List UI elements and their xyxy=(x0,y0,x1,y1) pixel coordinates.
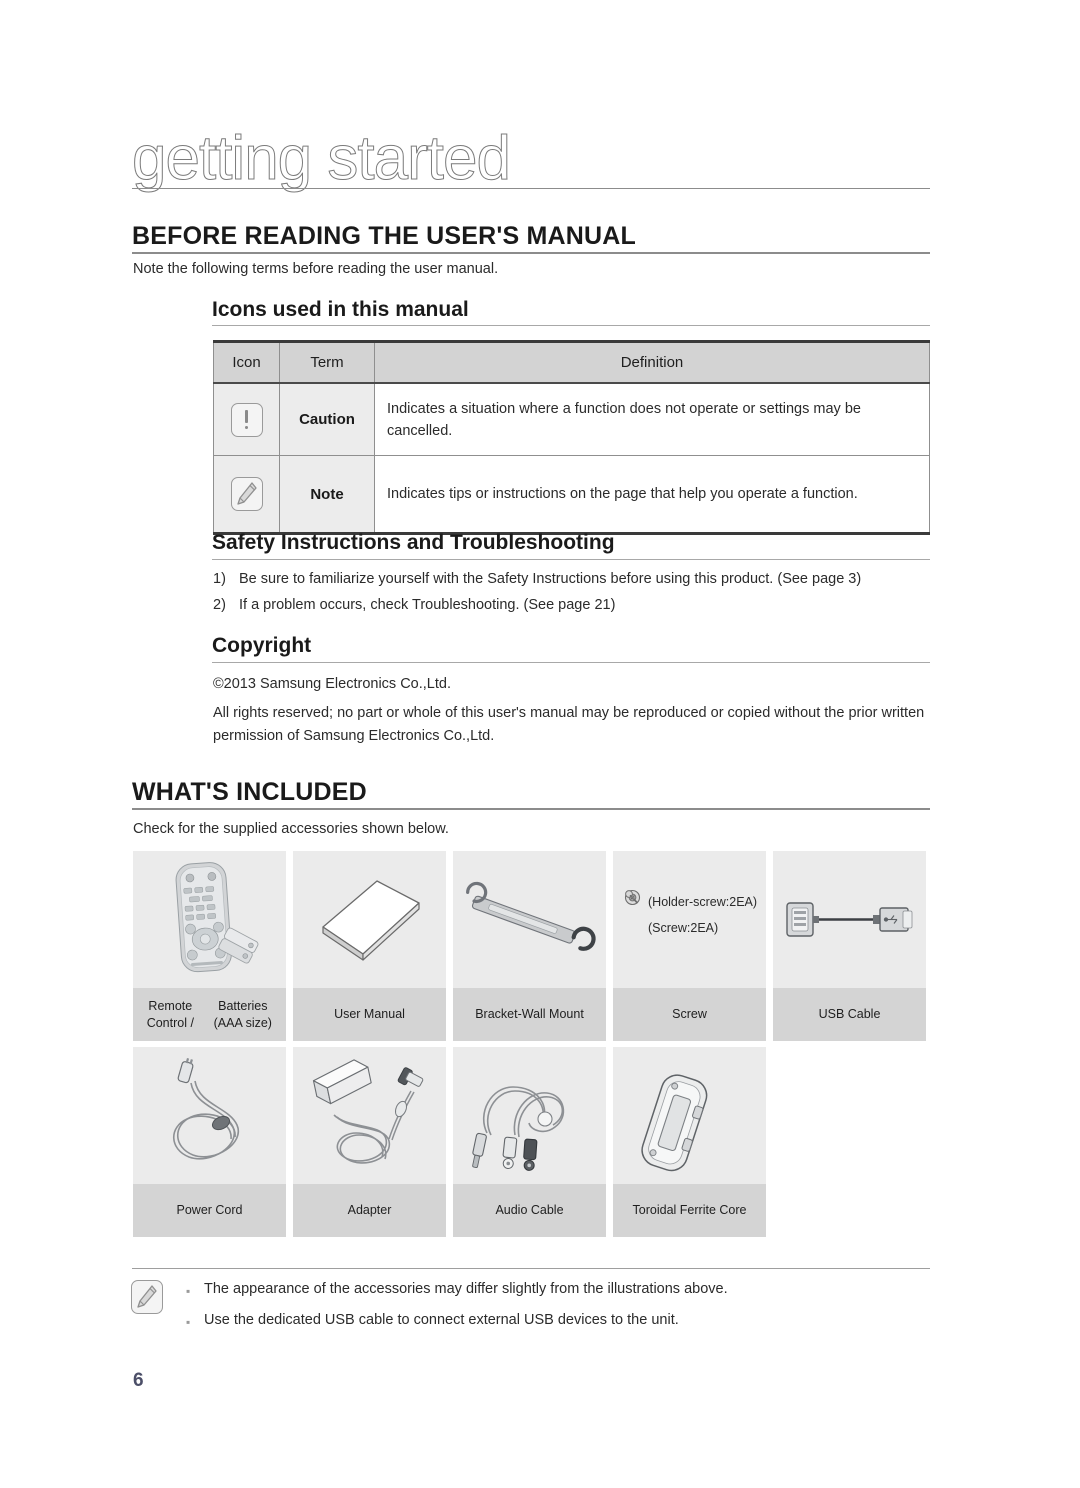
caution-term: Caution xyxy=(279,382,375,456)
toroidal-ferrite-core-illustration xyxy=(613,1047,766,1184)
icons-table: Icon Term Definition Caution Indicates a… xyxy=(213,340,930,535)
accessories-row-1: Remote Control / Batteries (AAA size) Us… xyxy=(133,851,926,1041)
accessory-label: Adapter xyxy=(293,1184,446,1237)
safety-item-2: 2) If a problem occurs, check Troubleshoo… xyxy=(213,597,615,613)
copyright-body: All rights reserved; no part or whole of… xyxy=(213,705,925,744)
list-item: ▪ The appearance of the accessories may … xyxy=(186,1281,728,1312)
subheading-safety-rule xyxy=(212,559,930,560)
remote-control-illustration xyxy=(133,851,286,988)
column-header-definition: Definition xyxy=(374,341,930,384)
safety-item-2-text: If a problem occurs, check Troubleshooti… xyxy=(239,597,616,613)
footer-note-text: Use the dedicated USB cable to connect e… xyxy=(204,1312,679,1328)
usb-cable-illustration xyxy=(773,851,926,988)
table-row: Note Indicates tips or instructions on t… xyxy=(213,455,930,534)
accessory-label: Screw xyxy=(613,988,766,1041)
accessory-label-line1: Remote Control / xyxy=(146,998,194,1030)
page-number: 6 xyxy=(133,1370,144,1391)
note-icon xyxy=(230,477,263,511)
before-reading-intro: Note the following terms before reading … xyxy=(133,261,499,277)
screw-annotation-row: (Holder-screw:2EA) xyxy=(624,889,757,915)
user-manual-illustration xyxy=(293,851,446,988)
screw-annotation-list: (Holder-screw:2EA) (Screw:2EA) xyxy=(624,889,757,941)
accessory-adapter: Adapter xyxy=(293,1047,446,1237)
subheading-icons-rule xyxy=(212,325,930,326)
safety-item-2-number: 2) xyxy=(213,597,226,613)
subheading-icons-used: Icons used in this manual xyxy=(212,298,469,321)
section-heading-rule xyxy=(132,252,930,254)
bullet-icon: ▪ xyxy=(186,1284,191,1298)
note-icon-cell xyxy=(213,455,280,534)
screw-illustration: (Holder-screw:2EA) (Screw:2EA) xyxy=(613,851,766,988)
accessory-label: Bracket-Wall Mount xyxy=(453,988,606,1041)
icons-table-header-row: Icon Term Definition xyxy=(213,341,930,384)
note-term: Note xyxy=(279,455,375,534)
accessory-label: USB Cable xyxy=(773,988,926,1041)
note-pencil-icon xyxy=(137,1285,157,1308)
footer-note-rule xyxy=(132,1268,930,1269)
section-heading-whats-included: WHAT'S INCLUDED xyxy=(132,778,367,806)
safety-item-1-number: 1) xyxy=(213,571,226,587)
caution-definition: Indicates a situation where a function d… xyxy=(374,382,930,456)
accessory-audio-cable: Audio Cable xyxy=(453,1047,606,1237)
safety-item-1: 1) Be sure to familiarize yourself with t… xyxy=(213,571,861,587)
accessory-toroidal-ferrite-core: Toroidal Ferrite Core xyxy=(613,1047,766,1237)
section-heading-before-reading: BEFORE READING THE USER'S MANUAL xyxy=(132,222,637,250)
accessory-power-cord: Power Cord xyxy=(133,1047,286,1237)
accessory-label: Power Cord xyxy=(133,1184,286,1237)
bracket-wall-mount-illustration xyxy=(453,851,606,988)
accessory-label-line2: Batteries (AAA size) xyxy=(213,998,272,1030)
manual-page: getting started BEFORE READING THE USER'… xyxy=(0,0,1080,1488)
list-item: ▪ Use the dedicated USB cable to connect… xyxy=(186,1312,728,1343)
accessory-label: Audio Cable xyxy=(453,1184,606,1237)
subheading-safety: Safety Instructions and Troubleshooting xyxy=(212,531,615,554)
audio-cable-illustration xyxy=(453,1047,606,1184)
accessories-grid: Remote Control / Batteries (AAA size) Us… xyxy=(133,851,926,1237)
power-cord-illustration xyxy=(133,1047,286,1184)
accessory-usb-cable: USB Cable xyxy=(773,851,926,1041)
safety-item-1-text: Be sure to familiarize yourself with the… xyxy=(239,571,862,587)
note-definition: Indicates tips or instructions on the pa… xyxy=(374,455,930,534)
accessory-bracket-wall-mount: Bracket-Wall Mount xyxy=(453,851,606,1041)
accessory-label: Remote Control / Batteries (AAA size) xyxy=(133,988,286,1041)
note-icon-glyph xyxy=(131,1280,163,1314)
chapter-title-rule xyxy=(132,188,930,189)
holder-screw-text: (Holder-screw:2EA) xyxy=(648,895,758,909)
accessory-screw: (Holder-screw:2EA) (Screw:2EA) Screw xyxy=(613,851,766,1041)
copyright-line: ©2013 Samsung Electronics Co.,Ltd. xyxy=(213,676,451,692)
whats-included-rule xyxy=(132,808,930,810)
chapter-title: getting started xyxy=(132,124,512,193)
footer-note-text: The appearance of the accessories may di… xyxy=(204,1281,728,1297)
subheading-copyright: Copyright xyxy=(212,634,312,657)
note-pencil-icon xyxy=(236,482,257,505)
screw-annotation-row: (Screw:2EA) xyxy=(624,890,757,941)
accessory-remote-control: Remote Control / Batteries (AAA size) xyxy=(133,851,286,1041)
accessory-user-manual: User Manual xyxy=(293,851,446,1041)
adapter-illustration xyxy=(293,1047,446,1184)
footer-note-list: ▪ The appearance of the accessories may … xyxy=(186,1281,728,1343)
accessory-label: Toroidal Ferrite Core xyxy=(613,1184,766,1237)
bullet-icon: ▪ xyxy=(186,1315,191,1329)
column-header-term: Term xyxy=(279,341,375,384)
whats-included-intro: Check for the supplied accessories shown… xyxy=(133,821,449,837)
column-header-icon: Icon xyxy=(213,341,280,384)
accessory-label: User Manual xyxy=(293,988,446,1041)
note-icon xyxy=(131,1280,163,1314)
subheading-copyright-rule xyxy=(212,662,930,663)
accessories-row-2: Power Cord Adapter Audio Cable Toroidal … xyxy=(133,1047,926,1237)
caution-icon xyxy=(230,402,263,437)
screw-text: (Screw:2EA) xyxy=(648,921,719,935)
table-row: Caution Indicates a situation where a fu… xyxy=(213,382,930,456)
caution-icon-cell xyxy=(213,382,280,456)
